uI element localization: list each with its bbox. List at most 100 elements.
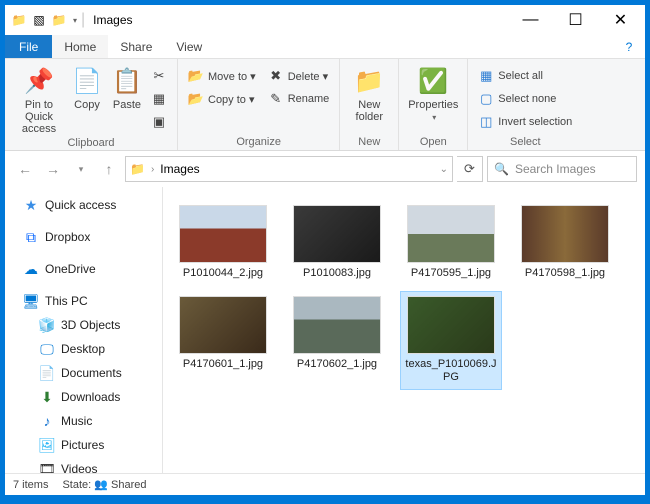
nav-videos[interactable]: 🎞Videos <box>5 457 162 473</box>
nav-3d-objects[interactable]: 🧊3D Objects <box>5 313 162 337</box>
dropbox-icon: ⧉ <box>23 229 39 245</box>
file-pane[interactable]: P1010044_2.jpg P1010083.jpg P4170595_1.jpg… <box>163 187 645 473</box>
explorer-window: 📁 ▧ 📁 ▾ | Images — ☐ ✕ File Home Share V… <box>4 4 646 496</box>
select-none-icon: ▢ <box>478 91 494 107</box>
video-icon: 🎞 <box>39 461 55 473</box>
file-thumbnail[interactable]: P4170601_1.jpg <box>173 292 273 388</box>
tab-share[interactable]: Share <box>108 35 164 58</box>
select-none-button[interactable]: ▢Select none <box>474 88 576 110</box>
qat-newfolder-icon[interactable]: 📁 <box>51 12 67 28</box>
music-icon: ♪ <box>39 413 55 429</box>
thumbnail-image <box>179 205 267 263</box>
invert-selection-button[interactable]: ◫Invert selection <box>474 111 576 133</box>
nav-desktop[interactable]: 🖵Desktop <box>5 337 162 361</box>
forward-button[interactable]: → <box>41 157 65 181</box>
rename-button[interactable]: ✎Rename <box>264 88 334 110</box>
file-name: P4170598_1.jpg <box>525 267 605 280</box>
address-bar: ← → ▾ ↑ 📁 › Images ⌄ ⟳ 🔍 Search Images <box>5 151 645 187</box>
new-folder-button[interactable]: 📁 New folder <box>346 61 392 123</box>
cut-button[interactable]: ✂ <box>147 65 171 87</box>
file-thumbnail[interactable]: P4170602_1.jpg <box>287 292 387 388</box>
file-name: P1010083.jpg <box>303 267 371 280</box>
nav-quick-access[interactable]: ★Quick access <box>5 193 162 217</box>
tab-view[interactable]: View <box>164 35 214 58</box>
up-button[interactable]: ↑ <box>97 157 121 181</box>
item-count: 7 items <box>13 479 48 491</box>
shortcut-icon: ▣ <box>151 114 167 130</box>
select-all-icon: ▦ <box>478 68 494 84</box>
copy-button[interactable]: 📄 Copy <box>67 61 107 111</box>
minimize-button[interactable]: — <box>508 5 553 35</box>
properties-button[interactable]: ✅ Properties ▾ <box>405 61 461 122</box>
ribbon-tabs: File Home Share View ? <box>5 35 645 59</box>
chevron-icon[interactable]: › <box>151 164 154 175</box>
copy-to-button[interactable]: 📂Copy to ▾ <box>184 88 260 110</box>
thumbnail-image <box>293 296 381 354</box>
move-to-button[interactable]: 📂Move to ▾ <box>184 65 260 87</box>
paste-shortcut-button[interactable]: ▣ <box>147 111 171 133</box>
copy-path-button[interactable]: ▦ <box>147 88 171 110</box>
ribbon-group-select: ▦Select all ▢Select none ◫Invert selecti… <box>468 59 582 150</box>
close-button[interactable]: ✕ <box>598 5 643 35</box>
nav-music[interactable]: ♪Music <box>5 409 162 433</box>
tab-home[interactable]: Home <box>52 35 108 58</box>
nav-this-pc[interactable]: 🖥This PC <box>5 289 162 313</box>
paste-button[interactable]: 📋 Paste <box>107 61 147 111</box>
copyto-icon: 📂 <box>188 91 204 107</box>
document-icon: 📄 <box>39 365 55 381</box>
file-thumbnail[interactable]: P4170595_1.jpg <box>401 201 501 284</box>
nav-onedrive[interactable]: ☁OneDrive <box>5 257 162 281</box>
window-title: Images <box>93 13 132 27</box>
help-icon[interactable]: ? <box>619 35 639 58</box>
file-name: P4170595_1.jpg <box>411 267 491 280</box>
refresh-button[interactable]: ⟳ <box>457 156 483 182</box>
chevron-down-icon[interactable]: ⌄ <box>440 164 448 175</box>
file-menu[interactable]: File <box>5 35 52 58</box>
ribbon-group-clipboard: 📌 Pin to Quick access 📄 Copy 📋 Paste ✂ ▦… <box>5 59 178 150</box>
nav-downloads[interactable]: ⬇Downloads <box>5 385 162 409</box>
new-folder-icon: 📁 <box>353 65 385 97</box>
nav-documents[interactable]: 📄Documents <box>5 361 162 385</box>
paste-icon: 📋 <box>111 65 143 97</box>
status-bar: 7 items State: 👥 Shared <box>5 473 645 495</box>
file-thumbnail[interactable]: P1010083.jpg <box>287 201 387 284</box>
maximize-button[interactable]: ☐ <box>553 5 598 35</box>
file-name: P4170601_1.jpg <box>183 358 263 371</box>
path-segment[interactable]: Images <box>160 162 199 176</box>
thumbnail-image <box>293 205 381 263</box>
breadcrumb[interactable]: 📁 › Images ⌄ <box>125 156 453 182</box>
folder-icon: 📁 <box>11 12 27 28</box>
copy-path-icon: ▦ <box>151 91 167 107</box>
file-thumbnail[interactable]: texas_P1010069.JPG <box>401 292 501 388</box>
share-state: State: 👥 Shared <box>62 478 146 491</box>
ribbon: 📌 Pin to Quick access 📄 Copy 📋 Paste ✂ ▦… <box>5 59 645 151</box>
ribbon-group-new: 📁 New folder New <box>340 59 399 150</box>
file-thumbnail[interactable]: P1010044_2.jpg <box>173 201 273 284</box>
select-all-button[interactable]: ▦Select all <box>474 65 576 87</box>
recent-button[interactable]: ▾ <box>69 157 93 181</box>
cloud-icon: ☁ <box>23 261 39 277</box>
download-icon: ⬇ <box>39 389 55 405</box>
file-name: P4170602_1.jpg <box>297 358 377 371</box>
star-icon: ★ <box>23 197 39 213</box>
pin-quick-access-button[interactable]: 📌 Pin to Quick access <box>11 61 67 135</box>
nav-pictures[interactable]: 🖼Pictures <box>5 433 162 457</box>
thumbnail-image <box>521 205 609 263</box>
nav-dropbox[interactable]: ⧉Dropbox <box>5 225 162 249</box>
move-icon: 📂 <box>188 68 204 84</box>
delete-button[interactable]: ✖Delete ▾ <box>264 65 334 87</box>
file-thumbnail[interactable]: P4170598_1.jpg <box>515 201 615 284</box>
titlebar: 📁 ▧ 📁 ▾ | Images — ☐ ✕ <box>5 5 645 35</box>
file-name: P1010044_2.jpg <box>183 267 263 280</box>
invert-icon: ◫ <box>478 114 494 130</box>
search-input[interactable]: 🔍 Search Images <box>487 156 637 182</box>
desktop-icon: 🖵 <box>39 341 55 357</box>
thumbnail-image <box>407 205 495 263</box>
rename-icon: ✎ <box>268 91 284 107</box>
people-icon: 👥 <box>94 479 108 491</box>
back-button[interactable]: ← <box>13 157 37 181</box>
cube-icon: 🧊 <box>39 317 55 333</box>
qat-properties-icon[interactable]: ▧ <box>31 12 47 28</box>
qat-dropdown-icon[interactable]: ▾ <box>73 16 77 25</box>
navigation-pane[interactable]: ★Quick access ⧉Dropbox ☁OneDrive 🖥This P… <box>5 187 163 473</box>
